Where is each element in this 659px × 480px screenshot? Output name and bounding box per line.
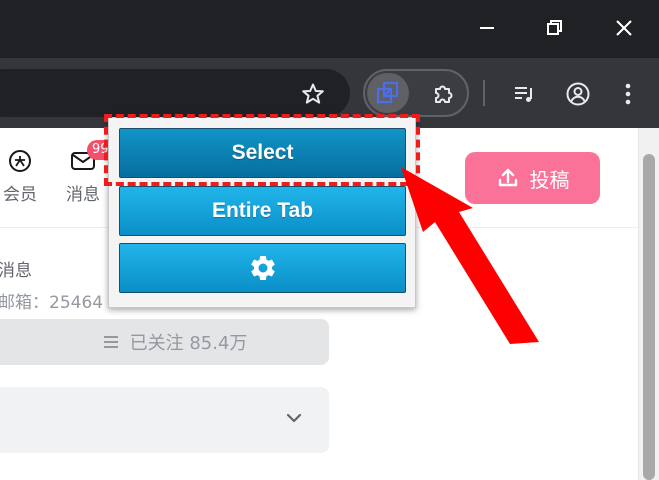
- list-icon: [103, 336, 118, 348]
- media-button[interactable]: [508, 78, 540, 110]
- entire-tab-label: Entire Tab: [211, 199, 314, 222]
- vip-icon: [9, 150, 31, 172]
- nav-message-label: 消息: [66, 185, 100, 205]
- chevron-down-icon: [286, 413, 302, 423]
- gear-icon: [250, 255, 275, 280]
- screenshot-extension-button[interactable]: [367, 73, 409, 113]
- profile-button[interactable]: [562, 78, 594, 110]
- extensions-button[interactable]: [427, 78, 459, 110]
- bookmark-button[interactable]: [297, 78, 329, 110]
- message-heading: 消息: [0, 261, 32, 281]
- upload-button[interactable]: 投稿: [465, 152, 600, 204]
- select-button[interactable]: Select: [119, 128, 406, 178]
- upload-icon: [498, 168, 517, 187]
- select-label: Select: [231, 141, 294, 164]
- restore-button[interactable]: [537, 12, 573, 44]
- minimize-icon: [480, 27, 494, 29]
- settings-button[interactable]: [119, 243, 406, 293]
- followed-button[interactable]: 已关注 85.4万: [0, 319, 329, 365]
- puzzle-icon: [435, 85, 453, 103]
- restore-icon: [547, 20, 562, 35]
- minimize-button[interactable]: [469, 12, 505, 44]
- media-queue-icon: [515, 87, 532, 102]
- window-titlebar: [0, 0, 659, 58]
- page-scrollbar[interactable]: [638, 128, 659, 480]
- chrome-menu-button[interactable]: [612, 78, 644, 110]
- profile-icon: [566, 82, 590, 106]
- extension-popup: Select Entire Tab: [108, 117, 416, 308]
- close-button[interactable]: [606, 12, 642, 44]
- nav-vip-label: 会员: [3, 185, 37, 205]
- screenshot-extension-icon: [376, 81, 399, 104]
- close-icon: [616, 20, 632, 36]
- followed-label: 已关注 85.4万: [129, 333, 248, 354]
- toolbar-separator: [483, 80, 485, 106]
- message-email-text: 邮箱：25464: [0, 293, 104, 313]
- expand-dropdown[interactable]: [0, 387, 329, 453]
- kebab-menu-icon: [625, 83, 631, 105]
- upload-label: 投稿: [529, 167, 570, 192]
- entire-tab-button[interactable]: Entire Tab: [119, 186, 406, 236]
- scrollbar-thumb[interactable]: [643, 154, 655, 480]
- nav-vip[interactable]: 会员: [0, 148, 50, 205]
- star-icon: [302, 83, 324, 104]
